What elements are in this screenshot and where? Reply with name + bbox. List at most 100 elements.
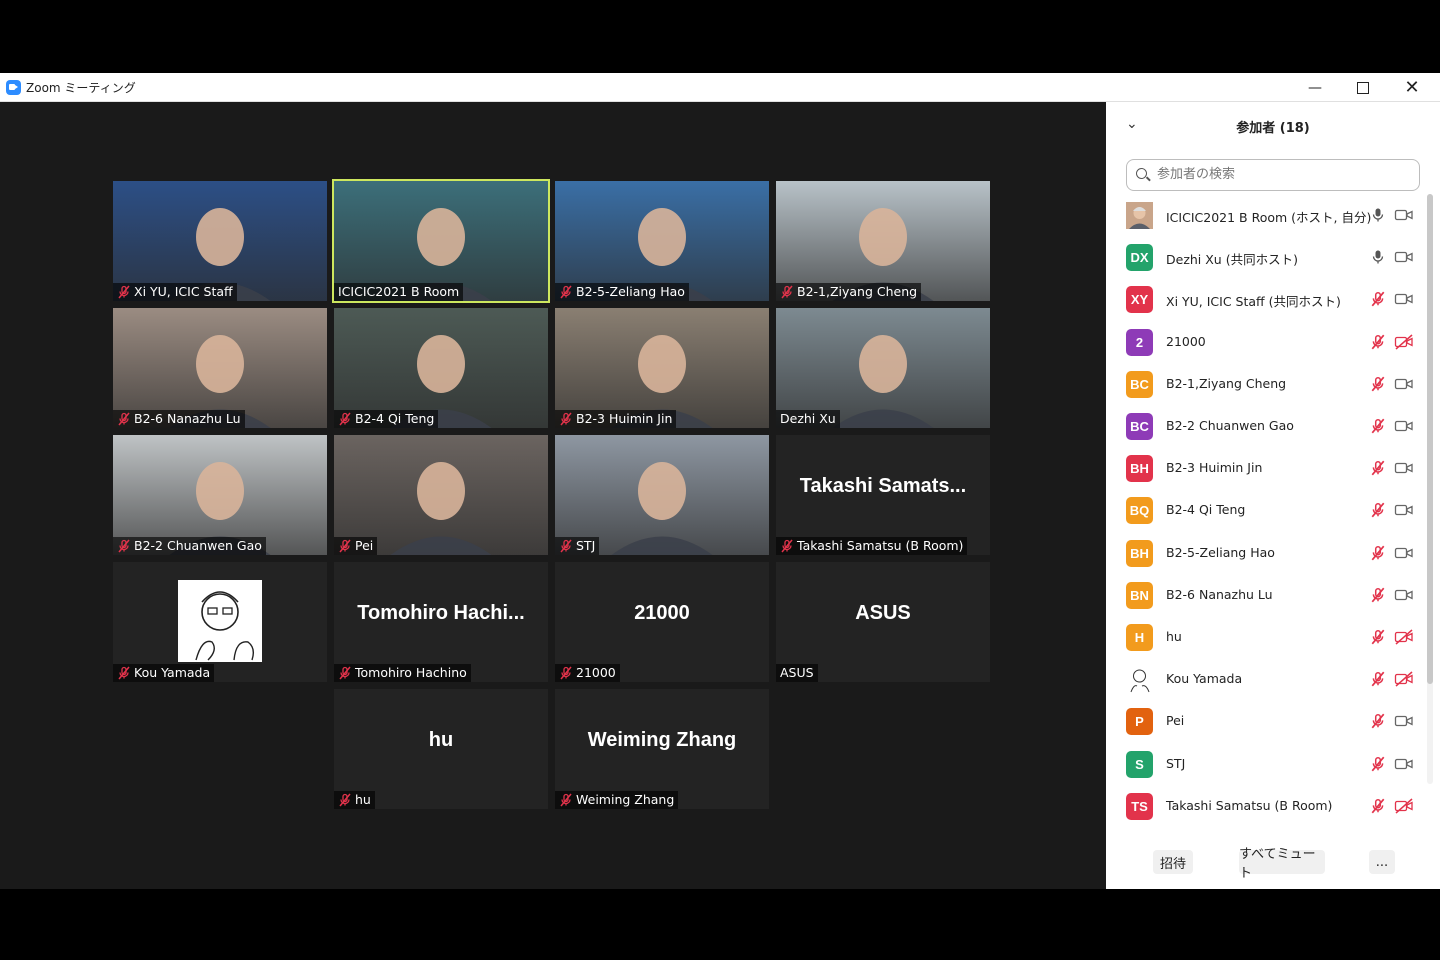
participant-row[interactable]: BH B2-5-Zeliang Hao <box>1106 532 1426 574</box>
name-label: B2-4 Qi Teng <box>334 410 439 428</box>
participant-name: Kou Yamada <box>1166 671 1243 687</box>
participant-search[interactable] <box>1126 159 1420 191</box>
name-label: B2-5-Zeliang Hao <box>555 283 689 301</box>
participant-name: B2-4 Qi Teng <box>355 411 435 426</box>
video-tile[interactable]: ASUS ASUS <box>776 562 990 682</box>
maximize-icon[interactable] <box>1340 73 1386 102</box>
video-tile[interactable]: B2-1,Ziyang Cheng <box>776 181 990 301</box>
participant-name: Takashi Samatsu (B Room) <box>797 538 964 553</box>
participant-row[interactable]: XY Xi YU, ICIC Staff (共同ホスト) <box>1106 278 1426 320</box>
participant-row[interactable]: BH B2-3 Huimin Jin <box>1106 447 1426 489</box>
camera-icon[interactable] <box>1394 545 1414 561</box>
participant-row[interactable]: BC B2-1,Ziyang Cheng <box>1106 363 1426 405</box>
video-tile[interactable]: B2-5-Zeliang Hao <box>555 181 769 301</box>
participant-row[interactable]: BQ B2-4 Qi Teng <box>1106 489 1426 531</box>
avatar: BN <box>1126 581 1153 609</box>
video-tile[interactable]: Pei <box>334 435 548 555</box>
video-gallery: Xi YU, ICIC Staff ICICIC2021 B Room B2-5-Z… <box>0 102 1106 889</box>
video-tile[interactable]: B2-3 Huimin Jin <box>555 308 769 428</box>
participant-name: 21000 <box>1166 333 1206 349</box>
participant-row[interactable]: Hhu <box>1106 616 1426 658</box>
mic-muted-icon[interactable] <box>1370 502 1386 518</box>
mic-muted-icon[interactable] <box>1370 376 1386 392</box>
participant-row[interactable]: TS Takashi Samatsu (B Room) <box>1106 785 1426 827</box>
video-tile[interactable]: ICICIC2021 B Room <box>332 179 550 303</box>
mic-muted-icon[interactable] <box>1370 629 1386 645</box>
video-tile[interactable]: hu hu <box>334 689 548 809</box>
mic-muted-icon[interactable] <box>1370 545 1386 561</box>
mic-muted-icon <box>117 412 131 426</box>
microphone-icon[interactable] <box>1370 249 1386 265</box>
video-tile[interactable]: Kou Yamada <box>113 562 327 682</box>
mic-muted-icon[interactable] <box>1370 460 1386 476</box>
mic-muted-icon[interactable] <box>1370 798 1386 814</box>
mic-muted-icon[interactable] <box>1370 713 1386 729</box>
video-tile[interactable]: Xi YU, ICIC Staff <box>113 181 327 301</box>
mic-muted-icon[interactable] <box>1370 418 1386 434</box>
camera-icon[interactable] <box>1394 756 1414 772</box>
camera-icon[interactable] <box>1394 460 1414 476</box>
avatar: XY <box>1126 286 1153 314</box>
video-tile[interactable]: B2-6 Nanazhu Lu <box>113 308 327 428</box>
mic-muted-icon[interactable] <box>1370 334 1386 350</box>
mic-muted-icon <box>338 539 352 553</box>
video-tile[interactable]: Dezhi Xu <box>776 308 990 428</box>
participant-row[interactable]: ICICIC2021 B Room (ホスト, 自分) <box>1106 194 1426 236</box>
scrollbar[interactable] <box>1427 194 1433 784</box>
camera-icon[interactable] <box>1394 713 1414 729</box>
minimize-icon[interactable]: — <box>1292 73 1338 102</box>
mic-muted-icon[interactable] <box>1370 291 1386 307</box>
scrollbar-thumb[interactable] <box>1427 194 1433 684</box>
avatar: S <box>1126 750 1153 778</box>
participant-name: Tomohiro Hachino <box>355 665 467 680</box>
video-tile[interactable]: Tomohiro Hachi... Tomohiro Hachino <box>334 562 548 682</box>
mic-muted-icon <box>338 412 352 426</box>
participant-row[interactable]: DX Dezhi Xu (共同ホスト) <box>1106 236 1426 278</box>
mute-all-button[interactable]: すべてミュート <box>1239 847 1325 881</box>
camera-off-icon[interactable] <box>1394 629 1414 645</box>
camera-icon[interactable] <box>1394 502 1414 518</box>
camera-off-icon[interactable] <box>1394 334 1414 350</box>
name-label: Dezhi Xu <box>776 410 840 428</box>
name-label: Takashi Samatsu (B Room) <box>776 537 968 555</box>
mic-muted-icon[interactable] <box>1370 756 1386 772</box>
camera-off-icon[interactable] <box>1394 798 1414 814</box>
participant-row[interactable]: BC B2-2 Chuanwen Gao <box>1106 405 1426 447</box>
participant-name: B2-6 Nanazhu Lu <box>1166 586 1273 602</box>
camera-off-icon[interactable] <box>1394 671 1414 687</box>
camera-icon[interactable] <box>1394 291 1414 307</box>
microphone-icon[interactable] <box>1370 207 1386 223</box>
participant-display-name: ASUS <box>855 601 911 624</box>
close-icon[interactable]: ✕ <box>1389 73 1435 102</box>
video-tile[interactable]: B2-2 Chuanwen Gao <box>113 435 327 555</box>
participant-row[interactable]: Kou Yamada <box>1106 658 1426 700</box>
participant-row[interactable]: 2 21000 <box>1106 321 1426 363</box>
video-tile[interactable]: B2-4 Qi Teng <box>334 308 548 428</box>
avatar: H <box>1126 624 1153 651</box>
invite-button[interactable]: 招待 <box>1153 850 1193 874</box>
mic-muted-icon[interactable] <box>1370 671 1386 687</box>
camera-icon[interactable] <box>1394 376 1414 392</box>
avatar: BH <box>1126 539 1153 567</box>
camera-icon[interactable] <box>1394 418 1414 434</box>
participant-row[interactable]: S STJ <box>1106 743 1426 785</box>
video-tile[interactable]: 21000 21000 <box>555 562 769 682</box>
camera-icon[interactable] <box>1394 249 1414 265</box>
name-label: B2-3 Huimin Jin <box>555 410 677 428</box>
video-tile[interactable]: Takashi Samats... Takashi Samatsu (B Room… <box>776 435 990 555</box>
panel-header: ⌄ 参加者 (18) <box>1106 102 1440 150</box>
participants-panel: ⌄ 参加者 (18) ICICIC2021 B Room (ホスト, 自分) DX… <box>1106 102 1440 889</box>
participant-row[interactable]: BN B2-6 Nanazhu Lu <box>1106 574 1426 616</box>
video-tile[interactable]: STJ <box>555 435 769 555</box>
participant-row[interactable]: P Pei <box>1106 700 1426 742</box>
participant-name: B2-5-Zeliang Hao <box>576 284 685 299</box>
mic-muted-icon[interactable] <box>1370 587 1386 603</box>
participant-name: B2-2 Chuanwen Gao <box>134 538 262 553</box>
camera-icon[interactable] <box>1394 587 1414 603</box>
camera-icon[interactable] <box>1394 207 1414 223</box>
search-input[interactable] <box>1155 166 1409 183</box>
more-button[interactable]: ... <box>1369 850 1395 874</box>
video-tile[interactable]: Weiming Zhang Weiming Zhang <box>555 689 769 809</box>
participant-display-name: hu <box>428 728 454 751</box>
participant-name: B2-1,Ziyang Cheng <box>1166 375 1287 391</box>
